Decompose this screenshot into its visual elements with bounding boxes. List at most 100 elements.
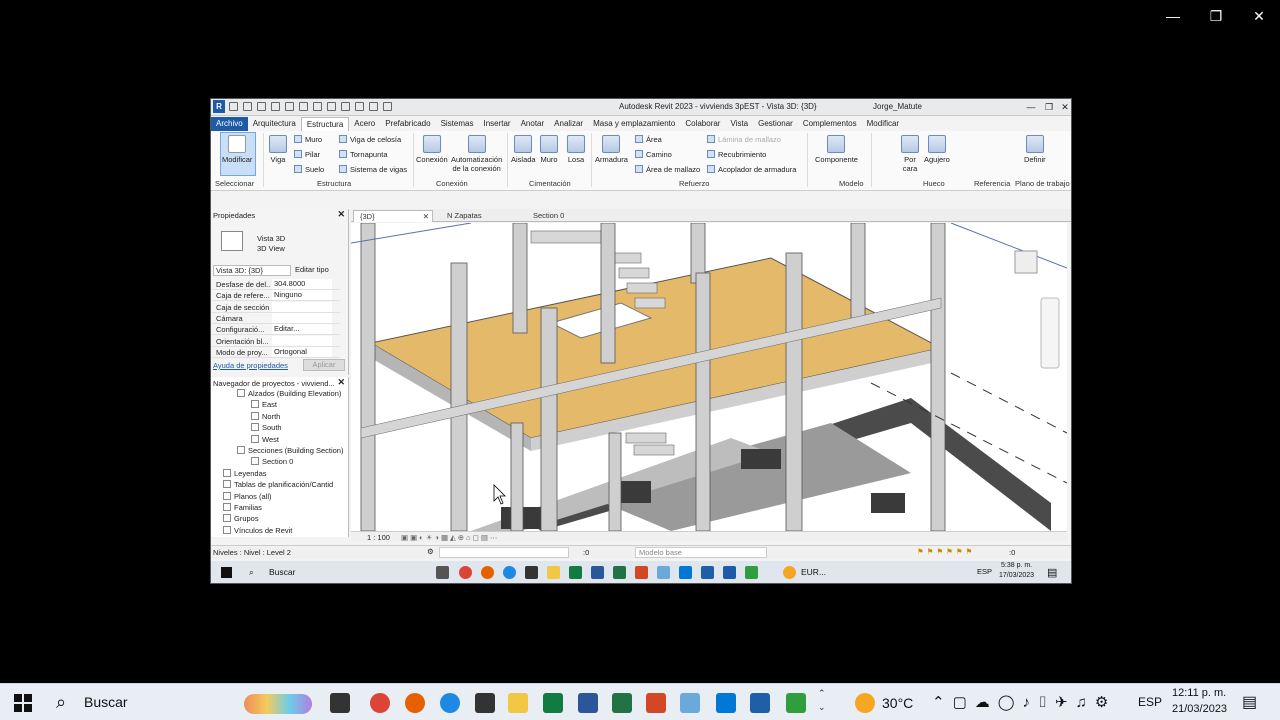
- overflow-arrows-icon[interactable]: ⌃ ⌄: [818, 686, 826, 714]
- chrome-icon[interactable]: [370, 693, 390, 713]
- save-icon[interactable]: [243, 102, 252, 111]
- monitor-icon[interactable]: [716, 693, 736, 713]
- property-row[interactable]: Desfase de del... 304.8000: [212, 279, 340, 290]
- property-row[interactable]: Modo de proy... Ortogonal: [212, 346, 340, 358]
- language-indicator[interactable]: ESP: [1138, 695, 1162, 709]
- search-icon[interactable]: ⌕: [56, 692, 66, 713]
- video-app-icon[interactable]: [750, 693, 770, 713]
- tray-icons[interactable]: ⌃▢☁◯♪⌷✈♫⚙: [932, 693, 1116, 711]
- clock-time[interactable]: 12:11 p. m.: [1172, 687, 1226, 699]
- ribbon-tab-complementos[interactable]: Complementos: [798, 117, 862, 131]
- inner-security-icon[interactable]: [525, 566, 538, 579]
- slab-button[interactable]: Losa: [567, 135, 585, 164]
- property-row[interactable]: Configuració... Editar...: [212, 324, 340, 336]
- inner-folder-icon[interactable]: [547, 566, 560, 579]
- tab-3d[interactable]: {3D} ✕: [353, 210, 433, 222]
- measure-icon[interactable]: [313, 102, 322, 111]
- open-icon[interactable]: [229, 102, 238, 111]
- ribbon-tab-archivo[interactable]: Archivo: [211, 117, 248, 131]
- property-value[interactable]: Ortogonal: [272, 346, 332, 357]
- navigation-bar[interactable]: [1040, 297, 1060, 369]
- project-icon[interactable]: [543, 693, 563, 713]
- firefox-icon[interactable]: [405, 693, 425, 713]
- inner-firefox-icon[interactable]: [481, 566, 494, 579]
- start-icon[interactable]: [14, 694, 32, 712]
- taskbar-search[interactable]: Buscar: [84, 694, 128, 710]
- restore-icon[interactable]: ❐: [1205, 6, 1227, 26]
- beam-button[interactable]: Viga: [269, 135, 287, 164]
- design-option-dropdown[interactable]: Modelo base: [635, 547, 767, 558]
- word-icon[interactable]: [578, 693, 598, 713]
- browser-item[interactable]: Vínculos de Revit: [223, 525, 292, 535]
- browser-item[interactable]: Tablas de planificación/Cantid: [223, 480, 333, 489]
- property-value[interactable]: [272, 312, 332, 323]
- floor-button[interactable]: Suelo: [294, 165, 324, 174]
- browser-item[interactable]: Secciones (Building Section): [237, 446, 343, 455]
- print-icon[interactable]: [299, 102, 308, 111]
- rebar-button[interactable]: Armadura: [595, 135, 628, 164]
- set-button[interactable]: Definir: [1024, 135, 1046, 164]
- sync-icon[interactable]: [257, 102, 266, 111]
- tab-zapatas[interactable]: N Zapatas: [441, 210, 488, 222]
- shaft-button[interactable]: Agujero: [924, 135, 950, 164]
- component-button[interactable]: Componente: [815, 135, 858, 164]
- inner-start-icon[interactable]: [221, 567, 232, 578]
- inner-taskview-icon[interactable]: [436, 566, 449, 579]
- search-highlight-image[interactable]: [244, 694, 312, 714]
- ribbon-tab-analizar[interactable]: Analizar: [549, 117, 588, 131]
- browser-item[interactable]: Leyendas: [223, 468, 267, 478]
- automation-button[interactable]: Automatización de la conexión: [451, 135, 502, 173]
- weather-temp[interactable]: 30°C: [882, 695, 913, 711]
- beam-system-button[interactable]: Sistema de vigas: [339, 165, 407, 174]
- inner-lang[interactable]: ESP: [977, 567, 992, 576]
- view-control-icons[interactable]: ▣▣◐☀◑▦◭⊕⌂◻▤⋯: [401, 533, 499, 542]
- ribbon-tab-masa-y-emplazamiento[interactable]: Masa y emplazamiento: [588, 117, 680, 131]
- 3d-viewport[interactable]: [351, 223, 1067, 531]
- path-button[interactable]: Camino: [635, 150, 672, 159]
- property-value[interactable]: Ninguno: [272, 290, 332, 301]
- close-icon[interactable]: ✕: [1248, 6, 1270, 26]
- brace-button[interactable]: Tornapunta: [339, 150, 388, 159]
- edge-icon[interactable]: [440, 693, 460, 713]
- ribbon-tab-vista[interactable]: Vista: [725, 117, 753, 131]
- browser-item[interactable]: Alzados (Building Elevation): [237, 389, 341, 398]
- ribbon-tab-prefabricado[interactable]: Prefabricado: [380, 117, 435, 131]
- property-value[interactable]: Editar...: [272, 324, 332, 335]
- fabric-area-button[interactable]: Área de mallazo: [635, 165, 700, 174]
- ribbon-tab-colaborar[interactable]: Colaborar: [680, 117, 725, 131]
- inner-app-icon[interactable]: [657, 566, 670, 579]
- browser-item[interactable]: Grupos: [223, 514, 259, 523]
- connection-button[interactable]: Conexión: [416, 135, 448, 164]
- inner-camtasia-icon[interactable]: [745, 566, 758, 579]
- excel-icon[interactable]: [612, 693, 632, 713]
- camtasia-icon[interactable]: [786, 693, 806, 713]
- file-explorer-icon[interactable]: [508, 693, 528, 713]
- inner-powerpoint-icon[interactable]: [635, 566, 648, 579]
- property-value[interactable]: 304.8000: [272, 279, 332, 289]
- fabric-sheet-button[interactable]: Lámina de mallazo: [707, 135, 781, 144]
- browser-close-icon[interactable]: ✕: [337, 377, 345, 388]
- powerpoint-icon[interactable]: [646, 693, 666, 713]
- tab-close-icon[interactable]: ✕: [423, 212, 429, 221]
- inner-app2-icon[interactable]: [679, 566, 692, 579]
- browser-item[interactable]: Section 0: [251, 457, 293, 466]
- property-value[interactable]: [272, 335, 332, 346]
- undo-icon[interactable]: [271, 102, 280, 111]
- isolated-footing-button[interactable]: Aislada: [511, 135, 536, 164]
- property-row[interactable]: Orientación bl...: [212, 335, 340, 347]
- apply-button[interactable]: Aplicar: [303, 359, 345, 371]
- clock-date[interactable]: 21/03/2023: [1172, 703, 1227, 715]
- redo-icon[interactable]: [285, 102, 294, 111]
- scale-value[interactable]: 1 : 100: [367, 533, 390, 542]
- ribbon-tab-sistemas[interactable]: Sistemas: [436, 117, 479, 131]
- ribbon-tab-anotar[interactable]: Anotar: [516, 117, 550, 131]
- ribbon-tab-modificar[interactable]: Modificar: [862, 117, 904, 131]
- property-row[interactable]: Cámara: [212, 312, 340, 324]
- thin-lines-icon[interactable]: [369, 102, 378, 111]
- browser-item[interactable]: Planos (all): [223, 491, 272, 501]
- inner-date[interactable]: 17/03/2023: [999, 572, 1034, 579]
- wall-button[interactable]: Muro: [294, 135, 322, 144]
- by-face-button[interactable]: Por cara: [901, 135, 919, 173]
- wall-footing-button[interactable]: Muro: [540, 135, 558, 164]
- inner-time[interactable]: 5:38 p. m.: [1001, 562, 1032, 569]
